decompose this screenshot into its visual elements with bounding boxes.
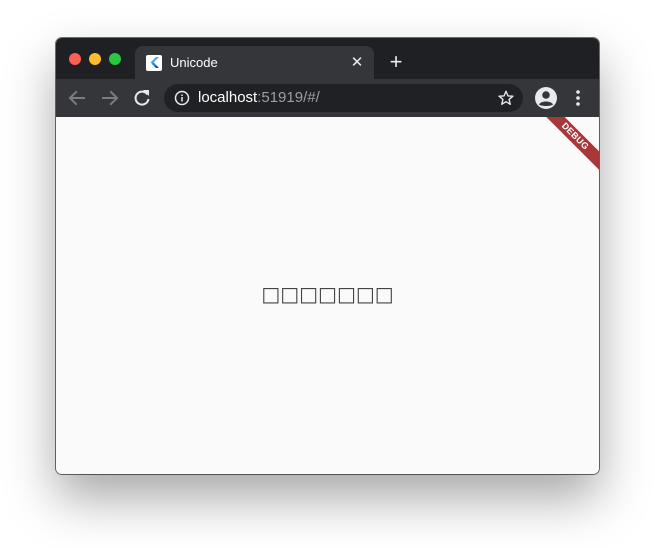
reload-icon[interactable] (130, 86, 154, 110)
tab-title: Unicode (170, 55, 218, 70)
flutter-logo-icon (146, 55, 162, 71)
title-bar: Unicode ✕ + (56, 38, 599, 79)
minimize-window-button[interactable] (89, 53, 101, 65)
maximize-window-button[interactable] (109, 53, 121, 65)
profile-icon[interactable] (534, 86, 558, 110)
browser-tab[interactable]: Unicode ✕ (135, 46, 374, 79)
address-bar[interactable]: localhost:51919/#/ (164, 84, 523, 112)
back-arrow-icon[interactable] (65, 86, 89, 110)
url-text: localhost:51919/#/ (198, 90, 320, 106)
kebab-menu-icon[interactable] (568, 87, 588, 109)
url-path: :51919/#/ (257, 89, 320, 106)
browser-toolbar: localhost:51919/#/ (56, 79, 599, 117)
plus-icon[interactable]: + (386, 51, 406, 73)
star-icon[interactable] (497, 89, 515, 107)
browser-window: Unicode ✕ + localhost:51919/#/ □□□□□□□ D… (56, 38, 599, 474)
page-viewport: □□□□□□□ DEBUG (56, 117, 599, 474)
url-host: localhost (198, 89, 258, 106)
center-text: □□□□□□□ (261, 282, 394, 306)
forward-arrow-icon[interactable] (98, 86, 122, 110)
info-icon[interactable] (174, 90, 190, 106)
debug-banner: DEBUG (535, 117, 599, 177)
close-icon[interactable]: ✕ (348, 54, 366, 72)
close-window-button[interactable] (69, 53, 81, 65)
